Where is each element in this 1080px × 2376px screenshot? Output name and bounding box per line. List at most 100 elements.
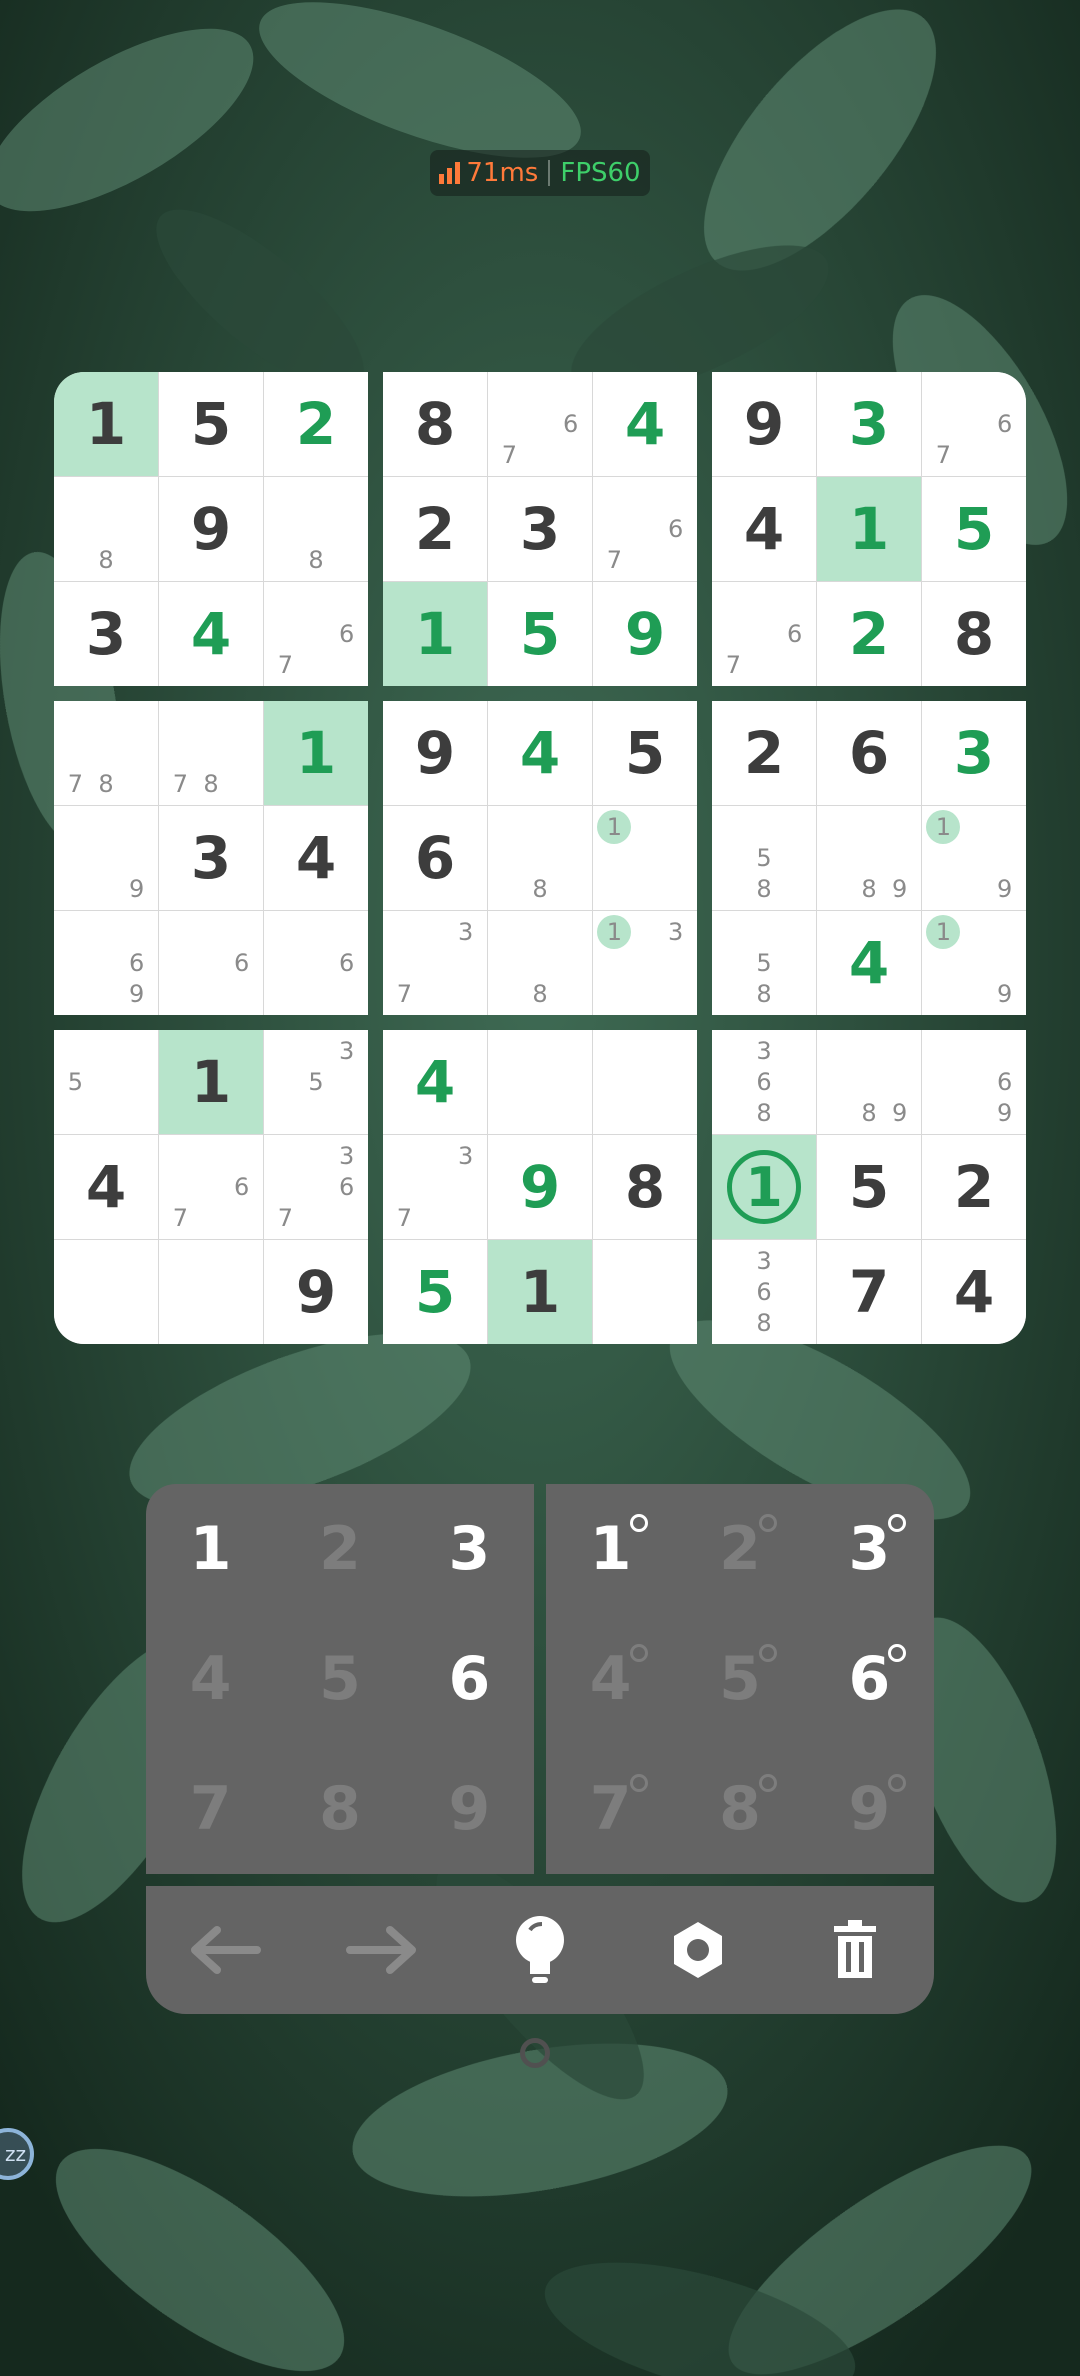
note-key-5[interactable]: 5 (675, 1614, 804, 1744)
sudoku-cell[interactable]: 1 (593, 806, 697, 910)
sudoku-cell[interactable]: 2 (383, 477, 487, 581)
sudoku-cell[interactable]: 9 (488, 1135, 592, 1239)
note-key-4[interactable]: 4 (546, 1614, 675, 1744)
sudoku-cell[interactable]: 8 (264, 477, 368, 581)
undo-button[interactable] (180, 1905, 270, 1995)
sudoku-cell[interactable]: 13 (593, 911, 697, 1015)
sudoku-cell[interactable]: 1 (712, 1135, 816, 1239)
sudoku-cell[interactable]: 4 (54, 1135, 158, 1239)
sudoku-cell[interactable]: 5 (383, 1240, 487, 1344)
sudoku-cell[interactable]: 4 (593, 372, 697, 476)
sudoku-cell[interactable]: 1 (54, 372, 158, 476)
number-key-6[interactable]: 6 (405, 1614, 534, 1744)
sudoku-cell[interactable]: 4 (488, 701, 592, 805)
sudoku-cell[interactable]: 58 (712, 806, 816, 910)
sudoku-cell[interactable]: 8 (488, 806, 592, 910)
sudoku-cell[interactable]: 6 (383, 806, 487, 910)
sudoku-cell[interactable]: 1 (159, 1030, 263, 1134)
sudoku-cell[interactable]: 78 (54, 701, 158, 805)
sudoku-cell[interactable]: 58 (712, 911, 816, 1015)
number-key-4[interactable]: 4 (146, 1614, 275, 1744)
sudoku-cell[interactable]: 67 (593, 477, 697, 581)
sudoku-cell[interactable]: 2 (922, 1135, 1026, 1239)
number-key-8[interactable]: 8 (275, 1744, 404, 1874)
number-key-5[interactable]: 5 (275, 1614, 404, 1744)
sudoku-cell[interactable]: 67 (922, 372, 1026, 476)
sudoku-cell[interactable]: 9 (159, 477, 263, 581)
sudoku-cell[interactable]: 78 (159, 701, 263, 805)
sudoku-cell[interactable]: 19 (922, 911, 1026, 1015)
sudoku-cell[interactable]: 36 7 (264, 1135, 368, 1239)
sudoku-cell[interactable]: 4 (922, 1240, 1026, 1344)
sudoku-cell[interactable]: 9 (383, 701, 487, 805)
sudoku-cell[interactable]: 5 (488, 582, 592, 686)
sudoku-cell[interactable]: 67 (159, 1135, 263, 1239)
sudoku-cell[interactable]: 4 (383, 1030, 487, 1134)
sudoku-cell[interactable]: 6 (817, 701, 921, 805)
sudoku-cell[interactable]: 5 (54, 1030, 158, 1134)
sudoku-cell[interactable]: 89 (817, 1030, 921, 1134)
sudoku-cell[interactable]: 4 (264, 806, 368, 910)
sudoku-cell[interactable]: 3 (488, 477, 592, 581)
number-key-3[interactable]: 3 (405, 1484, 534, 1614)
sudoku-cell[interactable]: 368 (712, 1030, 816, 1134)
note-key-2[interactable]: 2 (675, 1484, 804, 1614)
sudoku-cell[interactable]: 5 (817, 1135, 921, 1239)
sudoku-cell[interactable] (159, 1240, 263, 1344)
settings-button[interactable] (653, 1905, 743, 1995)
sudoku-cell[interactable]: 7 (817, 1240, 921, 1344)
sudoku-cell[interactable]: 9 (54, 806, 158, 910)
sudoku-cell[interactable]: 1 (383, 582, 487, 686)
sudoku-cell[interactable]: 89 (817, 806, 921, 910)
sudoku-cell[interactable]: 8 (383, 372, 487, 476)
sudoku-cell[interactable]: 69 (54, 911, 158, 1015)
sudoku-cell[interactable]: 8 (488, 911, 592, 1015)
sudoku-cell[interactable]: 1 (264, 701, 368, 805)
sudoku-cell[interactable]: 8 (54, 477, 158, 581)
sudoku-cell[interactable]: 19 (922, 806, 1026, 910)
number-key-9[interactable]: 9 (405, 1744, 534, 1874)
sudoku-cell[interactable]: 9 (593, 582, 697, 686)
sudoku-cell[interactable]: 1 (817, 477, 921, 581)
drag-handle[interactable] (520, 2038, 550, 2068)
note-key-7[interactable]: 7 (546, 1744, 675, 1874)
sudoku-cell[interactable] (593, 1240, 697, 1344)
sudoku-cell[interactable]: 8 (922, 582, 1026, 686)
sudoku-cell[interactable]: 8 (593, 1135, 697, 1239)
sudoku-cell[interactable]: 5 (593, 701, 697, 805)
sudoku-cell[interactable]: 35 (264, 1030, 368, 1134)
sudoku-cell[interactable]: 2 (817, 582, 921, 686)
sudoku-cell[interactable]: 67 (264, 582, 368, 686)
sudoku-cell[interactable]: 3 (922, 701, 1026, 805)
sudoku-cell[interactable]: 2 (264, 372, 368, 476)
sudoku-cell[interactable]: 4 (712, 477, 816, 581)
sudoku-cell[interactable]: 5 (159, 372, 263, 476)
sudoku-cell[interactable]: 6 (264, 911, 368, 1015)
note-key-3[interactable]: 3 (805, 1484, 934, 1614)
sudoku-cell[interactable]: 37 (383, 1135, 487, 1239)
number-key-2[interactable]: 2 (275, 1484, 404, 1614)
sudoku-cell[interactable]: 4 (159, 582, 263, 686)
sudoku-cell[interactable]: 2 (712, 701, 816, 805)
hint-button[interactable] (495, 1905, 585, 1995)
number-key-7[interactable]: 7 (146, 1744, 275, 1874)
sudoku-cell[interactable]: 9 (712, 372, 816, 476)
sudoku-cell[interactable]: 3 (817, 372, 921, 476)
sudoku-cell[interactable]: 5 (922, 477, 1026, 581)
note-key-9[interactable]: 9 (805, 1744, 934, 1874)
sudoku-cell[interactable] (593, 1030, 697, 1134)
redo-button[interactable] (337, 1905, 427, 1995)
note-key-8[interactable]: 8 (675, 1744, 804, 1874)
sudoku-cell[interactable]: 9 (264, 1240, 368, 1344)
erase-button[interactable] (810, 1905, 900, 1995)
sudoku-cell[interactable]: 3 (159, 806, 263, 910)
note-key-6[interactable]: 6 (805, 1614, 934, 1744)
sudoku-cell[interactable]: 67 (488, 372, 592, 476)
sudoku-cell[interactable]: 69 (922, 1030, 1026, 1134)
note-key-1[interactable]: 1 (546, 1484, 675, 1614)
sudoku-cell[interactable] (488, 1030, 592, 1134)
sudoku-cell[interactable]: 67 (712, 582, 816, 686)
sudoku-cell[interactable]: 37 (383, 911, 487, 1015)
number-key-1[interactable]: 1 (146, 1484, 275, 1614)
sudoku-cell[interactable]: 3 (54, 582, 158, 686)
